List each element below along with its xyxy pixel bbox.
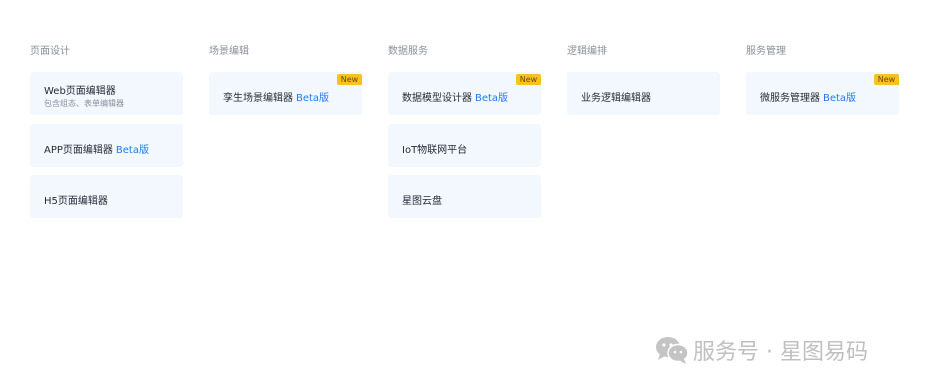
column-title: 逻辑编排 — [567, 46, 607, 57]
new-badge: New — [516, 74, 541, 85]
card-title: 业务逻辑编辑器 — [581, 93, 651, 104]
column-title: 数据服务 — [388, 46, 428, 57]
card-subtitle: 包含组态、表单编辑器 — [44, 99, 124, 108]
card-cloud-drive[interactable]: 星图云盘 — [388, 175, 541, 218]
card-title-text: APP页面编辑器 — [44, 145, 113, 156]
card-twin-scene-editor[interactable]: 孪生场景编辑器 Beta版 New — [209, 72, 362, 115]
card-web-page-editor[interactable]: Web页面编辑器 包含组态、表单编辑器 — [30, 72, 183, 115]
beta-label: Beta版 — [823, 93, 857, 104]
card-title: IoT物联网平台 — [402, 145, 468, 156]
new-badge: New — [874, 74, 899, 85]
card-title-text: 数据模型设计器 — [402, 93, 472, 104]
card-title-text: 孪生场景编辑器 — [223, 93, 293, 104]
beta-label: Beta版 — [296, 93, 330, 104]
card-app-page-editor[interactable]: APP页面编辑器 Beta版 — [30, 124, 183, 167]
card-title: APP页面编辑器 Beta版 — [44, 141, 149, 156]
beta-label: Beta版 — [475, 93, 509, 104]
card-data-model-designer[interactable]: 数据模型设计器 Beta版 New — [388, 72, 541, 115]
card-iot-platform[interactable]: IoT物联网平台 — [388, 124, 541, 167]
card-business-logic-editor[interactable]: 业务逻辑编辑器 — [567, 72, 720, 115]
card-microservice-manager[interactable]: 微服务管理器 Beta版 New — [746, 72, 899, 115]
card-title: H5页面编辑器 — [44, 196, 108, 207]
card-title-text: 微服务管理器 — [760, 93, 820, 104]
watermark-text: 服务号 · 星图易码 — [693, 340, 868, 365]
card-title: Web页面编辑器 — [44, 86, 116, 97]
card-title: 星图云盘 — [402, 196, 442, 207]
column-title: 场景编辑 — [209, 46, 249, 57]
card-title: 微服务管理器 Beta版 — [760, 89, 856, 104]
wechat-icon — [656, 337, 689, 364]
watermark: 服务号 · 星图易码 — [655, 334, 868, 366]
column-title: 页面设计 — [30, 46, 70, 57]
beta-label: Beta版 — [115, 145, 149, 156]
card-h5-page-editor[interactable]: H5页面编辑器 — [30, 175, 183, 218]
card-title: 孪生场景编辑器 Beta版 — [223, 89, 329, 104]
column-title: 服务管理 — [746, 46, 786, 57]
card-title: 数据模型设计器 Beta版 — [402, 89, 508, 104]
new-badge: New — [337, 74, 362, 85]
